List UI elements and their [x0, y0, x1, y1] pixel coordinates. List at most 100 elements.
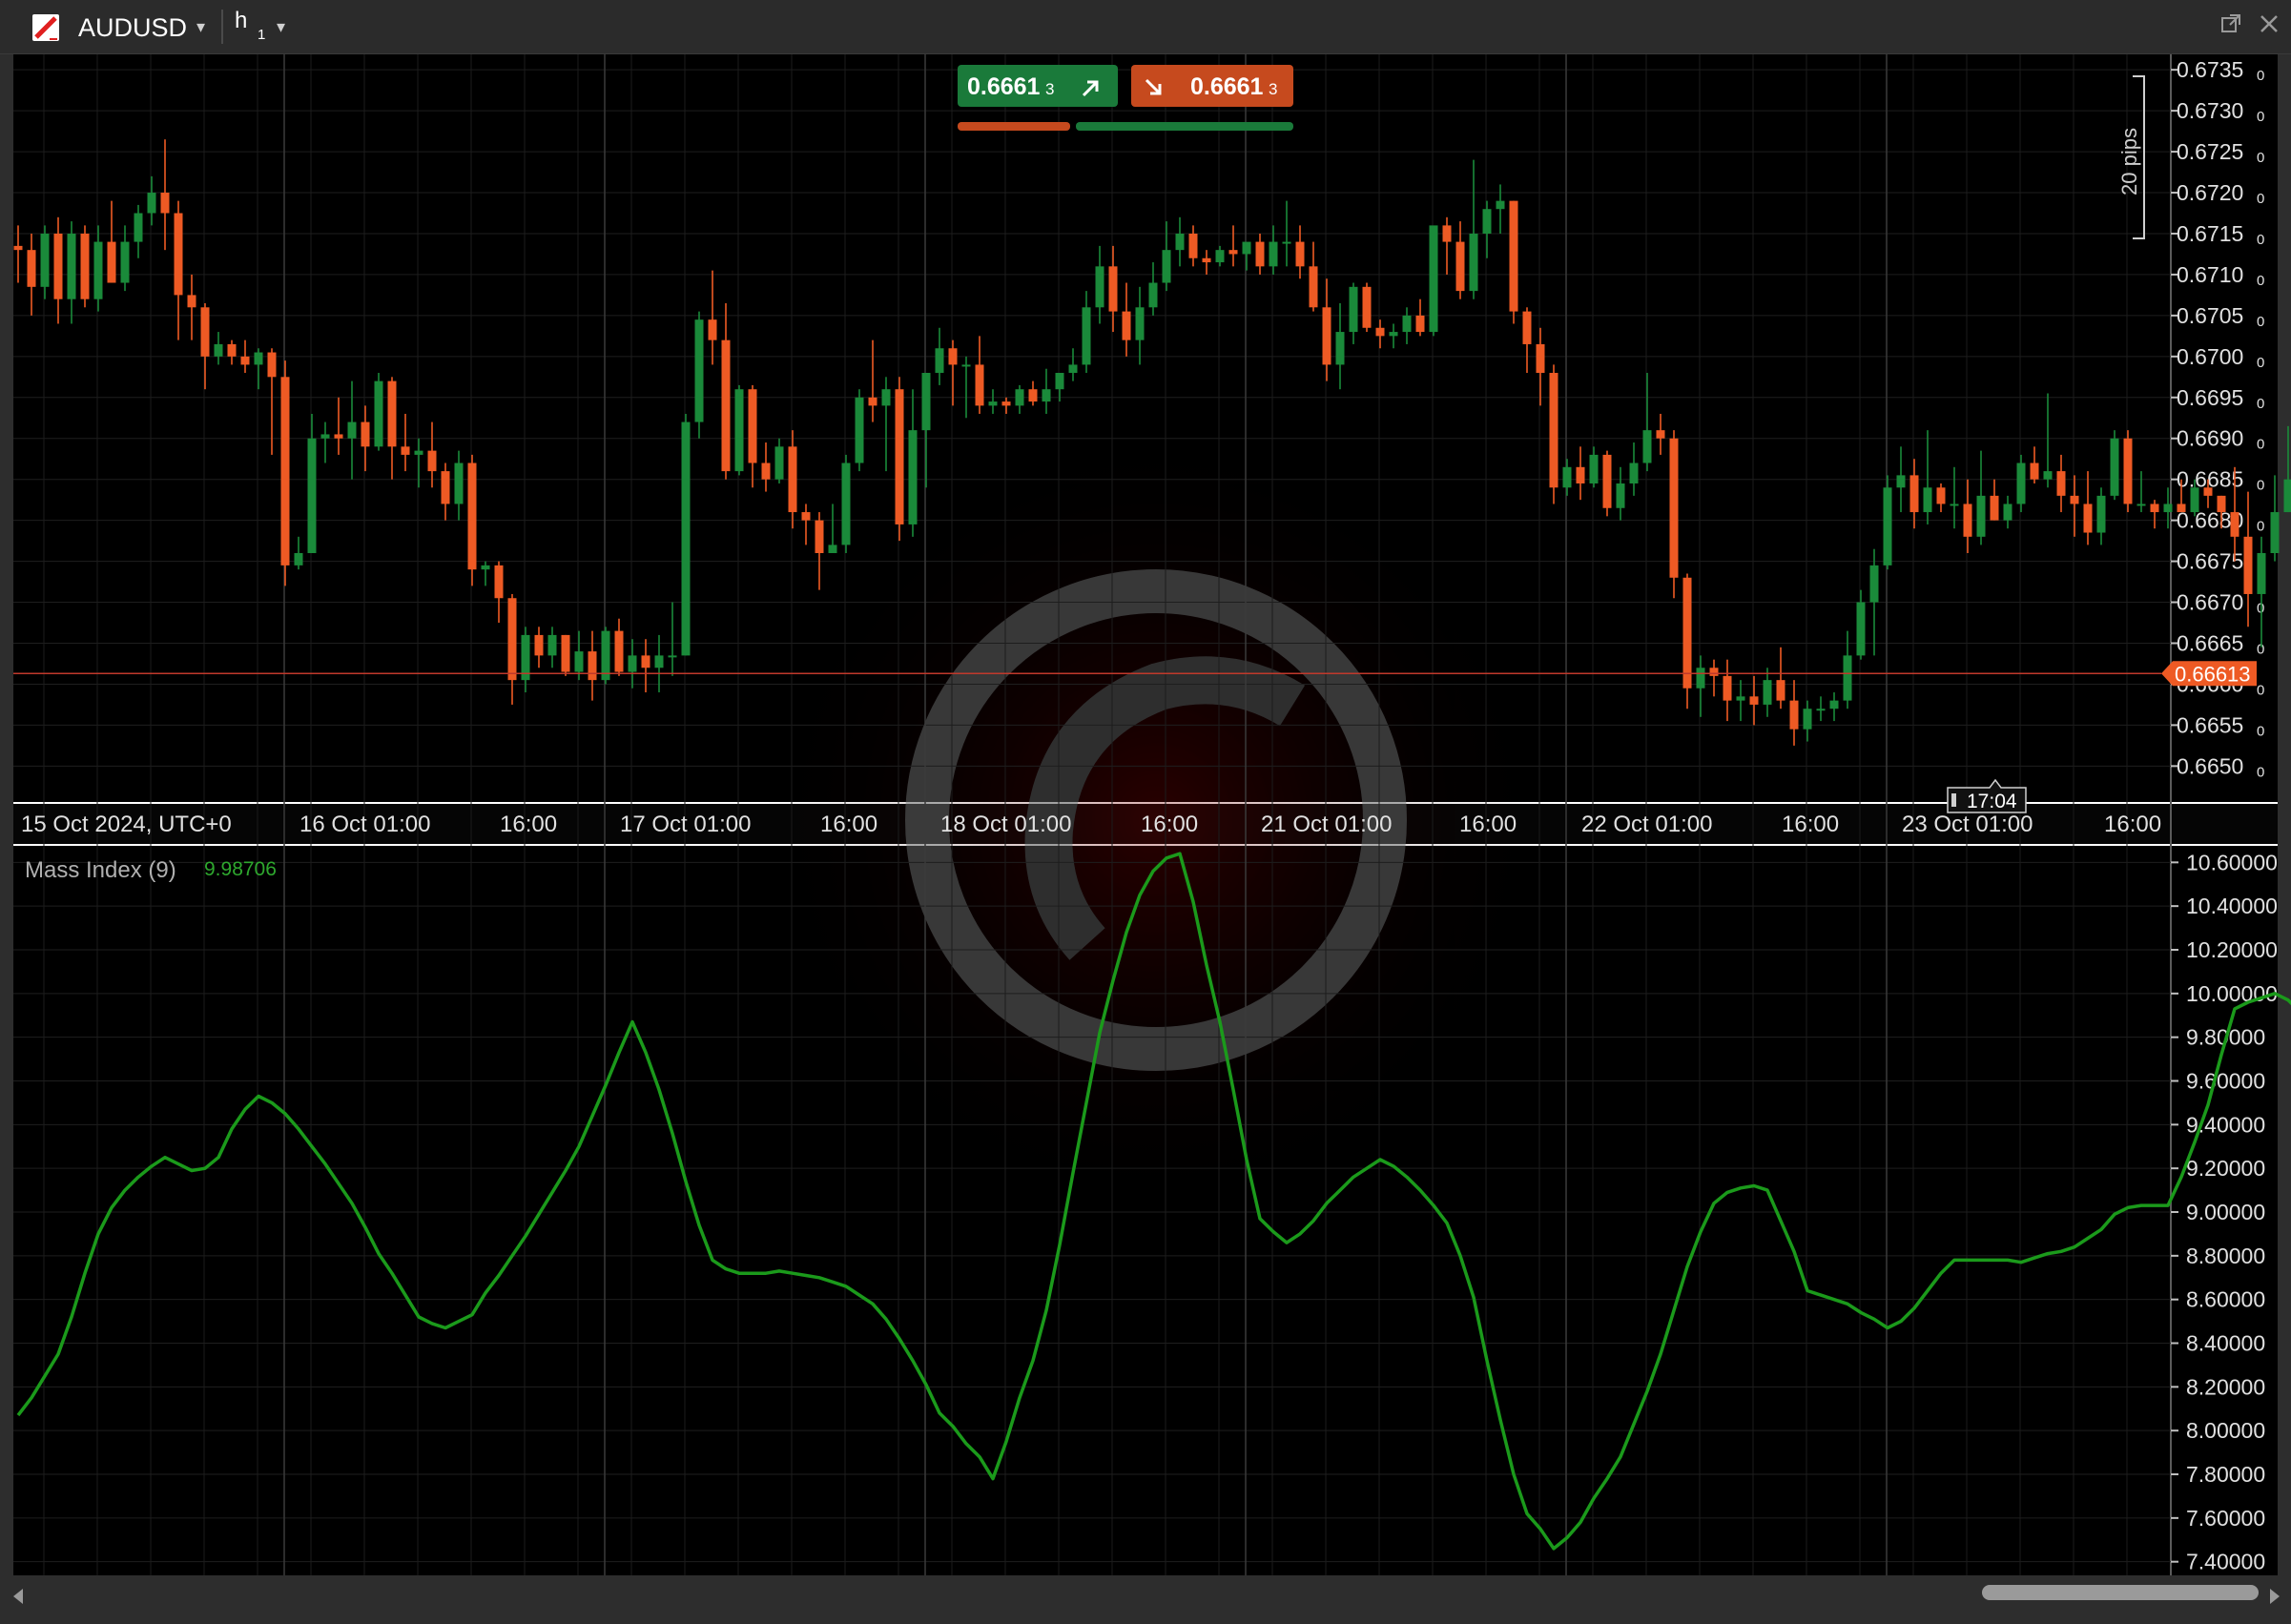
candle-body [54, 234, 63, 299]
candle-body [602, 631, 610, 681]
candle-body [2057, 471, 2066, 496]
candle-body [1189, 234, 1198, 258]
candle-body [2204, 487, 2213, 496]
price-tick-suffix: 0 [2257, 601, 2264, 617]
indicator-tick-label: 10.00000 [2186, 981, 2278, 1006]
candle-body [1416, 316, 1425, 332]
candle-body [1563, 467, 1572, 487]
time-tick-label: 22 Oct 01:00 [1581, 812, 1712, 837]
candle-body [1844, 655, 1852, 700]
candle-body [1136, 307, 1145, 339]
candle-body [1042, 389, 1051, 401]
sell-price[interactable]: 0.6661 [967, 73, 1041, 100]
candle-body [161, 193, 170, 213]
candle-body [1176, 234, 1185, 250]
price-tick-suffix: 0 [2257, 396, 2264, 412]
external-window-icon[interactable] [2220, 13, 2241, 41]
pips-label: 20 pips [2117, 128, 2141, 195]
candle-body [1269, 242, 1278, 267]
candle-body [2084, 504, 2093, 532]
indicator-tick-label: 8.60000 [2186, 1287, 2265, 1312]
horizontal-scrollbar[interactable] [0, 1575, 2291, 1619]
candle-body [241, 357, 250, 365]
candle-body [976, 364, 984, 405]
candle-body [1243, 242, 1251, 255]
candle-body [2137, 504, 2146, 505]
sell-volume-bar [958, 122, 1070, 131]
candle-body [2151, 504, 2159, 512]
price-tick-suffix: 0 [2257, 437, 2264, 453]
candle-body [442, 471, 450, 504]
candle-body [1149, 283, 1158, 308]
candle-body [375, 381, 383, 447]
candle-body [1256, 242, 1265, 267]
candle-body [1016, 389, 1024, 405]
candle-body [1550, 373, 1558, 487]
candle-body [268, 353, 277, 378]
candle-body [1830, 701, 1839, 709]
candle-body [455, 463, 464, 504]
candle-body [175, 214, 183, 296]
candle-body [1777, 680, 1785, 700]
candle-body [629, 655, 637, 671]
candle-body [695, 319, 704, 421]
candle-body [829, 545, 837, 553]
candle-body [775, 446, 784, 479]
price-tick-suffix: 0 [2257, 68, 2264, 84]
candle-body [1670, 439, 1679, 578]
buy-price-small[interactable]: 3 [1269, 80, 1277, 98]
timeframe-dropdown-caret-icon[interactable]: ▾ [277, 17, 285, 37]
buy-price[interactable]: 0.6661 [1190, 73, 1264, 100]
candle-body [281, 377, 290, 565]
candle-body [1336, 332, 1345, 364]
timeframe-letter[interactable]: h [235, 8, 247, 34]
candle-body [215, 344, 223, 357]
time-tick-label: 16:00 [820, 812, 877, 837]
candle-body [1323, 307, 1331, 364]
candle-body [1590, 455, 1599, 483]
candle-body [749, 389, 757, 463]
scroll-left-arrow-icon [13, 1589, 23, 1604]
sell-price-small[interactable]: 3 [1045, 80, 1054, 98]
candle-body [1683, 578, 1692, 689]
candle-body [1991, 496, 1999, 521]
candle-body [402, 446, 410, 455]
candle-body [201, 307, 210, 357]
app-window: 0.673500.673000.672500.672000.671500.671… [0, 0, 2291, 1619]
price-tick-suffix: 0 [2257, 314, 2264, 330]
symbol-icon[interactable] [32, 14, 59, 41]
candle-body [1109, 266, 1118, 311]
symbol-name[interactable]: AUDUSD [78, 13, 187, 43]
candle-body [1496, 201, 1505, 210]
candle-body [548, 635, 557, 655]
candle-body [1203, 258, 1211, 262]
candle-body [869, 398, 877, 406]
candle-body [415, 451, 423, 455]
candle-body [1163, 250, 1171, 282]
candle-body [482, 565, 490, 569]
close-icon[interactable] [2259, 13, 2280, 41]
candle-body [1523, 312, 1532, 344]
candle-body [1723, 676, 1732, 701]
title-bar: AUDUSD ▾ h 1 ▾ [0, 0, 2291, 54]
candle-body [936, 348, 944, 373]
candle-body [709, 319, 717, 339]
candle-body [802, 512, 811, 521]
indicator-tick-label: 8.80000 [2186, 1244, 2265, 1268]
candle-body [1056, 373, 1064, 389]
symbol-dropdown-caret-icon[interactable]: ▾ [196, 17, 205, 37]
price-tick-suffix: 0 [2257, 519, 2264, 535]
price-tick-label: 0.6725 [2177, 139, 2243, 164]
indicator-tick-label: 7.40000 [2186, 1550, 2265, 1574]
candle-body [949, 348, 958, 364]
timeframe-number[interactable]: 1 [258, 27, 265, 43]
candle-body [1083, 307, 1091, 364]
candle-body [508, 598, 517, 680]
candle-body [1363, 287, 1372, 328]
candle-body [335, 434, 343, 438]
candle-body [562, 635, 570, 672]
candle-body [1456, 242, 1465, 292]
time-tick-label: 16:00 [1141, 812, 1198, 837]
price-tick-suffix: 0 [2257, 682, 2264, 698]
indicator-tick-label: 9.20000 [2186, 1156, 2265, 1181]
